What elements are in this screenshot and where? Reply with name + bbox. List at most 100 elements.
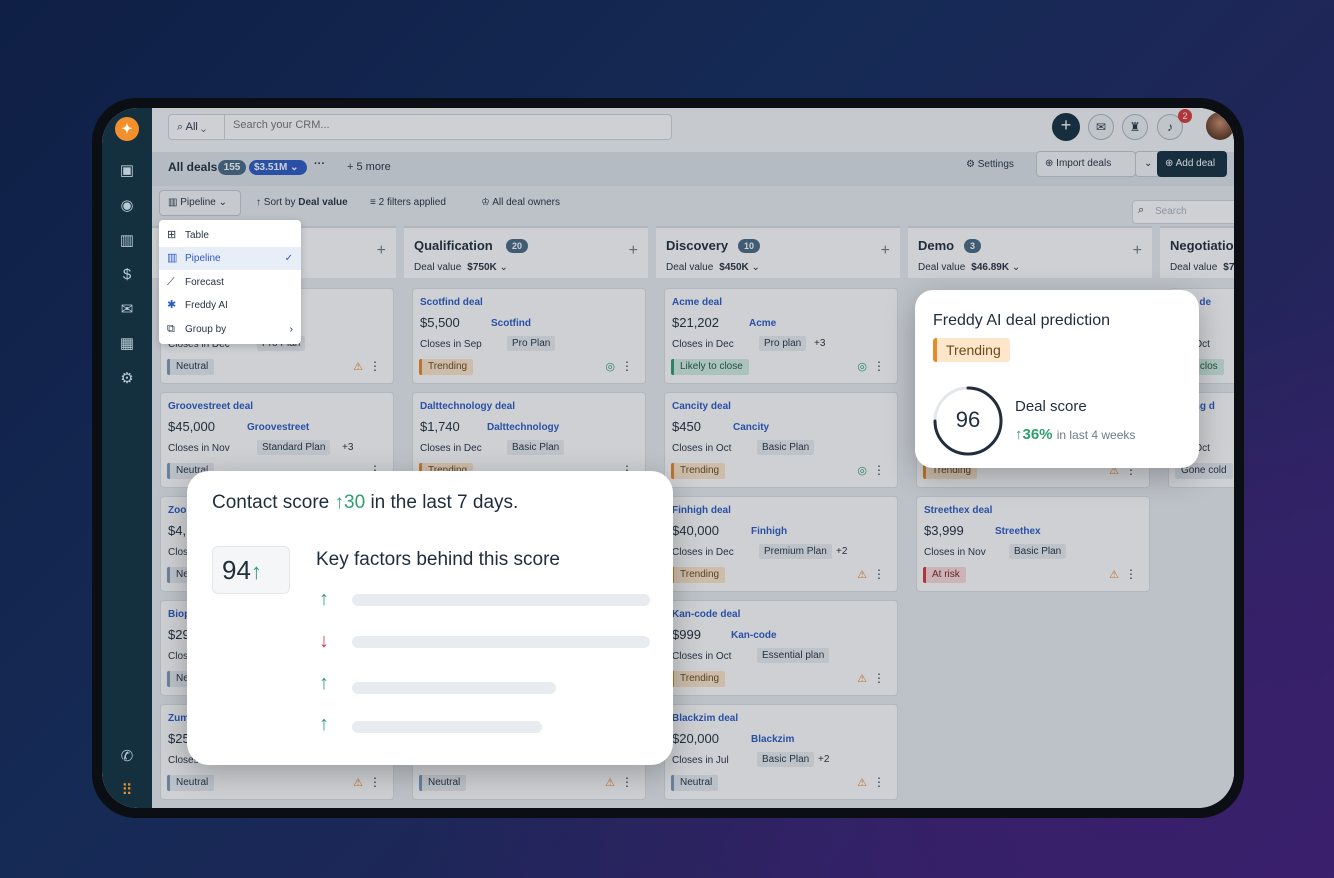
create-plus-button[interactable]: + <box>1052 113 1080 141</box>
deal-total-badge[interactable]: $3.51M ⌄ <box>249 160 307 175</box>
contact-score-title: Contact score ↑30 in the last 7 days. <box>212 492 519 513</box>
left-nav-rail: ✦ ▣ ◉ ▥ $ ✉ ▦ ⚙ ✆ ⠿ <box>102 108 152 808</box>
dropdown-item-pipeline[interactable]: ▥ Pipeline ✓ <box>159 247 301 270</box>
filter-icon: ≡ <box>370 197 379 208</box>
card-menu-icon[interactable]: ⋮ <box>873 671 885 685</box>
column-value[interactable]: Deal value $450K ⌄ <box>666 262 760 273</box>
card-menu-icon[interactable]: ⋮ <box>1125 567 1137 581</box>
deals-icon[interactable]: $ <box>117 265 137 285</box>
factor-placeholder-bar <box>352 721 542 733</box>
card-menu-icon[interactable]: ⋮ <box>873 359 885 373</box>
warning-icon: ⚠ <box>353 777 363 789</box>
contact-score-popup: Contact score ↑30 in the last 7 days. 94… <box>187 471 673 765</box>
column-demo: Demo 3 Deal value $46.89K ⌄ + <box>908 226 1152 278</box>
notification-count-badge: 2 <box>1178 109 1192 123</box>
deal-card[interactable]: Cancity deal $450 Cancity Closes in Oct … <box>664 392 898 488</box>
view-title[interactable]: All deals <box>168 160 217 174</box>
accounts-icon[interactable]: ▥ <box>117 231 137 251</box>
sort-button[interactable]: ↑ Sort by Deal value <box>256 197 348 208</box>
warning-icon: ⚠ <box>353 361 363 373</box>
add-to-column-plus-icon[interactable]: + <box>377 242 386 260</box>
deal-card[interactable]: Blackzim deal $20,000 Blackzim Closes in… <box>664 704 898 800</box>
deal-card[interactable]: Streethex deal $3,999 Streethex Closes i… <box>916 496 1150 592</box>
card-menu-icon[interactable]: ⋮ <box>621 775 633 789</box>
factor-up-arrow-icon: ↑ <box>319 588 329 610</box>
rocket-icon[interactable]: ♜ <box>1122 114 1148 140</box>
apps-grid-icon[interactable]: ⠿ <box>117 781 137 801</box>
ai-insight-icon[interactable]: ◎ <box>857 464 867 477</box>
column-value[interactable]: Deal value $7 <box>1170 262 1234 273</box>
search-input[interactable] <box>233 119 653 131</box>
prediction-tag: Trending <box>933 338 1010 362</box>
warning-icon: ⚠ <box>605 777 615 789</box>
dropdown-item-forecast[interactable]: ⟋ Forecast <box>159 271 301 294</box>
add-deal-button[interactable]: ⊕ Add deal <box>1157 151 1227 177</box>
search-scope-select[interactable]: ⌕ All ⌄ <box>169 115 225 139</box>
mail-icon[interactable]: ✉ <box>1088 114 1114 140</box>
card-menu-icon[interactable]: ⋮ <box>873 463 885 477</box>
dashboard-icon[interactable]: ▣ <box>117 161 137 181</box>
deal-status-tag: Neutral <box>671 775 719 791</box>
arrow-up-icon: ↑ <box>250 559 262 584</box>
chevron-down-icon: ⌄ <box>218 197 227 208</box>
more-options-icon[interactable]: ··· <box>314 158 325 170</box>
card-menu-icon[interactable]: ⋮ <box>621 359 633 373</box>
deal-count-badge: 155 <box>218 160 246 175</box>
view-type-select[interactable]: ▥ Pipeline ⌄ <box>159 190 241 216</box>
column-discovery: Discovery 10 Deal value $450K ⌄ + <box>656 226 900 278</box>
card-menu-icon[interactable]: ⋮ <box>369 359 381 373</box>
dropdown-item-freddy-ai[interactable]: ✱ Freddy AI <box>159 294 301 317</box>
deal-card[interactable]: Kan-code deal $999 Kan-code Closes in Oc… <box>664 600 898 696</box>
factor-up-arrow-icon: ↑ <box>319 713 329 735</box>
card-menu-icon[interactable]: ⋮ <box>873 775 885 789</box>
factor-down-arrow-icon: ↓ <box>319 630 329 652</box>
gear-icon: ⚙ <box>966 159 978 170</box>
column-count-badge: 20 <box>506 239 529 253</box>
global-search[interactable]: ⌕ All ⌄ <box>168 114 672 140</box>
add-to-column-plus-icon[interactable]: + <box>881 242 890 260</box>
top-bar: ⌕ All ⌄ + ✉ ♜ ♪ 2 <box>152 108 1234 152</box>
column-negotiation: Negotiatio Deal value $7 <box>1160 226 1234 278</box>
plus-circle-icon: ⊕ <box>1165 158 1176 169</box>
board-search-input[interactable]: Search <box>1132 200 1234 224</box>
filters-button[interactable]: ≡ 2 filters applied <box>370 197 446 208</box>
deal-status-tag: Trending <box>671 567 726 583</box>
dropdown-item-group-by[interactable]: ⧉ Group by › <box>159 318 301 341</box>
user-avatar[interactable] <box>1206 112 1234 140</box>
settings-gear-icon[interactable]: ⚙ <box>117 369 137 389</box>
column-count-badge: 3 <box>964 239 982 253</box>
deal-card[interactable]: Finhigh deal $40,000 Finhigh Closes in D… <box>664 496 898 592</box>
ai-insight-icon[interactable]: ◎ <box>857 360 867 373</box>
deal-status-tag: Neutral <box>167 775 215 791</box>
card-menu-icon[interactable]: ⋮ <box>369 775 381 789</box>
add-to-column-plus-icon[interactable]: + <box>1133 242 1142 260</box>
ai-insight-icon[interactable]: ◎ <box>605 360 615 373</box>
deal-status-tag: Likely to close <box>671 359 749 375</box>
column-value[interactable]: Deal value $750K ⌄ <box>414 262 508 273</box>
crown-icon: ♔ <box>481 197 493 208</box>
contacts-icon[interactable]: ◉ <box>117 196 137 216</box>
inbox-icon[interactable]: ✉ <box>117 300 137 320</box>
deal-owners-button[interactable]: ♔ All deal owners <box>481 197 560 208</box>
column-value[interactable]: Deal value $46.89K ⌄ <box>918 262 1020 273</box>
deal-card[interactable]: Acme deal $21,202 Acme Closes in Dec Pro… <box>664 288 898 384</box>
freshsales-logo-icon[interactable]: ✦ <box>115 117 139 141</box>
import-icon: ⊕ <box>1045 158 1057 169</box>
add-to-column-plus-icon[interactable]: + <box>629 242 638 260</box>
chevron-right-icon: › <box>289 324 293 335</box>
factor-placeholder-bar <box>352 636 650 648</box>
chevron-down-icon: ⌄ <box>200 121 207 133</box>
card-menu-icon[interactable]: ⋮ <box>873 567 885 581</box>
dropdown-item-table[interactable]: ⊞ Table <box>159 224 301 247</box>
popup-title: Freddy AI deal prediction <box>933 312 1110 329</box>
settings-button[interactable]: ⚙ Settings <box>966 159 1014 170</box>
reports-icon[interactable]: ▦ <box>117 334 137 354</box>
factor-placeholder-bar <box>352 682 556 694</box>
phone-icon[interactable]: ✆ <box>117 747 137 767</box>
import-deals-button[interactable]: ⊕ Import deals <box>1036 151 1136 177</box>
contact-score-box: 94↑ <box>212 546 290 594</box>
more-views-link[interactable]: + 5 more <box>347 161 391 173</box>
chart-line-icon: ⟋ <box>167 276 175 288</box>
deal-card[interactable]: Scotfind deal $5,500 Scotfind Closes in … <box>412 288 646 384</box>
factor-up-arrow-icon: ↑ <box>319 672 329 694</box>
